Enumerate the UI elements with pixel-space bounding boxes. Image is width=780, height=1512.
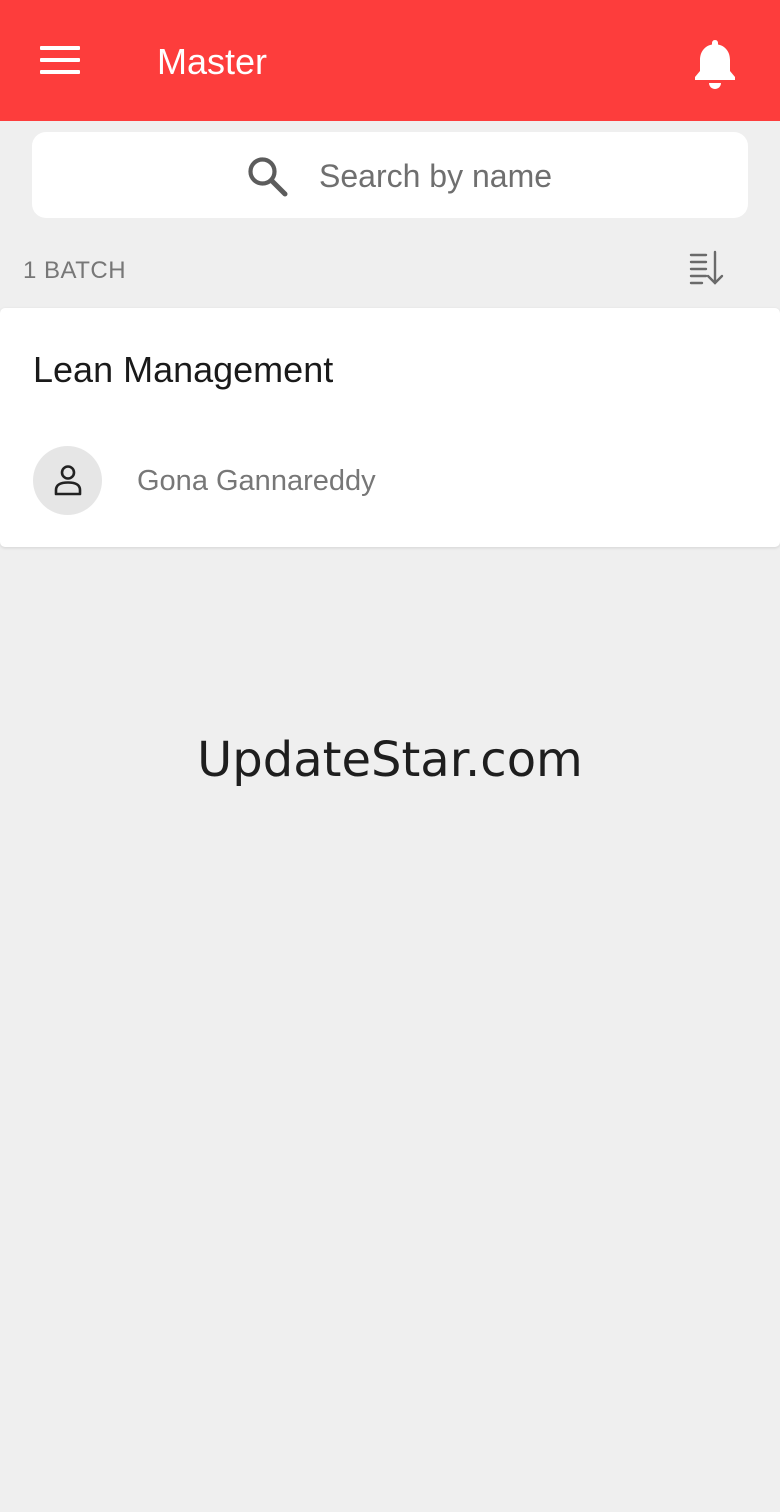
sort-button[interactable] (686, 248, 728, 290)
batch-owner-name: Gona Gannareddy (137, 465, 376, 497)
hamburger-menu-icon-line (40, 46, 80, 50)
hamburger-menu-icon-line (40, 70, 80, 74)
sort-descending-icon (689, 250, 724, 285)
search-icon (248, 157, 288, 197)
notifications-button[interactable] (690, 36, 740, 90)
batch-title: Lean Management (33, 349, 334, 390)
app-bar: Master (0, 0, 780, 121)
avatar (33, 446, 102, 515)
batch-count-label: 1 BATCH (23, 257, 127, 284)
watermark-text: UpdateStar.com (197, 732, 583, 788)
page-title: Master (157, 41, 268, 82)
hamburger-menu-icon-line (40, 58, 80, 62)
batch-card[interactable]: Lean Management Gona Gannareddy (0, 308, 780, 547)
menu-button[interactable] (38, 43, 82, 79)
search-input[interactable] (319, 152, 729, 200)
person-icon (54, 465, 82, 496)
bell-icon (695, 40, 735, 89)
